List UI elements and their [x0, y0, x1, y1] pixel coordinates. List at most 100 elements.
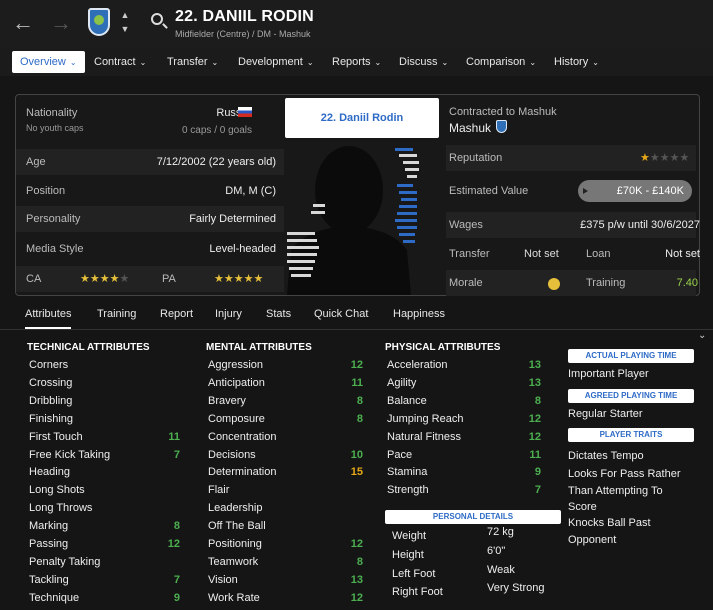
technical-attr-crossing[interactable]: Crossing: [29, 377, 72, 395]
mental-heading: MENTAL ATTRIBUTES: [206, 342, 312, 353]
youth-caps-text: No youth caps: [26, 123, 84, 133]
chevron-down-icon[interactable]: ⌄: [698, 330, 706, 341]
forward-arrow-icon[interactable]: →: [50, 10, 72, 36]
attr-value: 7: [534, 484, 541, 497]
chevron-down-icon: ⌄: [441, 58, 449, 67]
technical-attr-first-touch[interactable]: First Touch: [29, 431, 83, 449]
mental-attr-teamwork[interactable]: Teamwork: [208, 556, 258, 574]
attr-value: 11: [529, 448, 541, 461]
menu-label: History: [554, 56, 589, 68]
tab-injury[interactable]: Injury: [215, 308, 242, 320]
nationality-label: Nationality: [26, 107, 78, 119]
menu-development[interactable]: Development ⌄: [230, 51, 322, 73]
player-name-title: 22. DANIIL RODIN: [175, 8, 314, 25]
menu-contract[interactable]: Contract ⌄: [86, 51, 154, 73]
wages-value: £375 p/w until 30/6/2027: [580, 219, 700, 231]
mental-attr-positioning[interactable]: Positioning: [208, 538, 262, 556]
mental-attr-concentration[interactable]: Concentration: [208, 431, 277, 449]
mental-attr-flair[interactable]: Flair: [208, 484, 229, 502]
caps-text: 0 caps / 0 goals: [181, 125, 252, 136]
mental-attr-determination[interactable]: Determination: [208, 466, 276, 484]
technical-attr-heading[interactable]: Heading: [29, 466, 70, 484]
tab-attributes[interactable]: Attributes: [25, 308, 72, 329]
attr-value: 11: [168, 430, 180, 443]
reputation-stars: ★★★★★: [640, 151, 689, 164]
position-label: Position: [26, 185, 66, 197]
physical-attr-agility[interactable]: Agility: [387, 377, 416, 395]
technical-attr-dribbling[interactable]: Dribbling: [29, 395, 72, 413]
menu-reports[interactable]: Reports ⌄: [324, 51, 389, 73]
attr-value: 7: [173, 448, 180, 461]
technical-heading: TECHNICAL ATTRIBUTES: [27, 342, 150, 353]
menu-history[interactable]: History ⌄: [546, 51, 607, 73]
technical-attr-free-kick-taking[interactable]: Free Kick Taking: [29, 449, 110, 467]
menu-label: Development: [238, 56, 303, 68]
age-value: 7/12/2002 (22 years old): [156, 156, 276, 168]
estimated-value-pill[interactable]: £70K - £140K: [578, 180, 692, 202]
search-icon[interactable]: [151, 13, 163, 25]
menu-comparison[interactable]: Comparison ⌄: [458, 51, 544, 73]
menu-label: Comparison: [466, 56, 526, 68]
mental-attr-composure[interactable]: Composure: [208, 413, 265, 431]
back-arrow-icon[interactable]: ←: [12, 10, 34, 36]
technical-attr-finishing[interactable]: Finishing: [29, 413, 73, 431]
mental-attr-bravery[interactable]: Bravery: [208, 395, 246, 413]
attr-value: 8: [356, 555, 363, 568]
mental-attr-decisions[interactable]: Decisions: [208, 449, 256, 467]
technical-attr-long-throws[interactable]: Long Throws: [29, 502, 92, 520]
personality-label: Personality: [26, 213, 81, 225]
physical-attr-jumping-reach[interactable]: Jumping Reach: [387, 413, 463, 431]
personal-value: Very Strong: [487, 582, 545, 595]
physical-attr-stamina[interactable]: Stamina: [387, 466, 427, 484]
tab-quick-chat[interactable]: Quick Chat: [314, 308, 368, 320]
physical-attr-balance[interactable]: Balance: [387, 395, 427, 413]
technical-attr-penalty-taking[interactable]: Penalty Taking: [29, 556, 100, 574]
technical-attr-tackling[interactable]: Tackling: [29, 574, 69, 592]
player-trait-3: Knocks Ball Past Opponent: [568, 517, 651, 546]
star-full-icon: ★: [253, 273, 264, 285]
media-style-value: Level-headed: [209, 243, 276, 255]
technical-attr-marking[interactable]: Marking: [29, 520, 68, 538]
mental-attr-off-the-ball[interactable]: Off The Ball: [208, 520, 266, 538]
technical-attr-long-shots[interactable]: Long Shots: [29, 484, 85, 502]
ability-row: CA ★★★★★ PA ★★★★★: [16, 266, 284, 292]
attr-value: 15: [350, 466, 363, 479]
wages-row: Wages £375 p/w until 30/6/2027: [446, 212, 700, 238]
loan-value: Not set: [665, 248, 700, 260]
tab-happiness[interactable]: Happiness: [393, 308, 445, 320]
star-empty-icon: ★: [679, 152, 690, 164]
menu-overview[interactable]: Overview ⌄: [12, 51, 85, 73]
morale-label: Morale: [449, 277, 483, 289]
mental-attr-aggression[interactable]: Aggression: [208, 359, 263, 377]
tab-stats[interactable]: Stats: [266, 308, 291, 320]
chevron-down-icon: ⌄: [69, 58, 77, 67]
transfer-loan-row: Transfer Not set Loan Not set: [446, 241, 700, 267]
chevron-down-icon: ⌄: [374, 58, 382, 67]
club-badge-small-icon: [496, 120, 507, 133]
tab-training[interactable]: Training: [97, 308, 136, 320]
chevron-down-icon: ⌄: [529, 58, 537, 67]
mental-attr-leadership[interactable]: Leadership: [208, 502, 262, 520]
menu-transfer[interactable]: Transfer ⌄: [159, 51, 226, 73]
physical-attr-pace[interactable]: Pace: [387, 449, 412, 467]
personal-label: Height: [392, 548, 424, 561]
physical-attr-acceleration[interactable]: Acceleration: [387, 359, 448, 377]
morale-icon[interactable]: [548, 278, 560, 290]
attr-value: 7: [173, 573, 180, 586]
technical-attr-passing[interactable]: Passing: [29, 538, 68, 556]
club-badge-icon[interactable]: [88, 8, 110, 36]
menu-label: Transfer: [167, 56, 208, 68]
wages-label: Wages: [449, 219, 483, 231]
mental-attr-anticipation[interactable]: Anticipation: [208, 377, 265, 395]
menu-discuss[interactable]: Discuss ⌄: [391, 51, 456, 73]
loan-label: Loan: [586, 248, 611, 260]
club-name[interactable]: Mashuk: [449, 121, 491, 135]
training-value: 7.40: [676, 277, 698, 289]
attr-value: 9: [173, 591, 180, 604]
technical-attr-corners[interactable]: Corners: [29, 359, 68, 377]
player-switcher-icon[interactable]: ▲ ▼: [120, 8, 130, 36]
mental-attr-vision[interactable]: Vision: [208, 574, 238, 592]
physical-attr-strength[interactable]: Strength: [387, 484, 429, 502]
physical-attr-natural-fitness[interactable]: Natural Fitness: [387, 431, 461, 449]
tab-report[interactable]: Report: [160, 308, 193, 320]
